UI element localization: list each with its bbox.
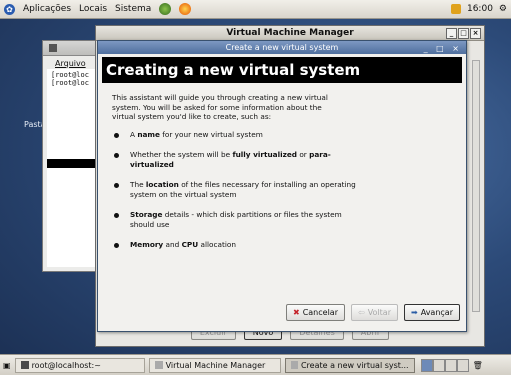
menu-applications[interactable]: Aplicações: [23, 4, 71, 14]
vmm-scrollbar[interactable]: [472, 60, 480, 312]
gnome-foot-icon[interactable]: ✿: [4, 3, 15, 15]
list-item: Memory and CPU allocation: [114, 240, 360, 250]
vmm-titlebar[interactable]: Virtual Machine Manager _ □ ×: [96, 26, 484, 41]
task-wizard[interactable]: Create a new virtual syst...: [284, 357, 415, 373]
close-icon: ✖: [292, 308, 300, 317]
wizard-intro: This assistant will guide you through cr…: [112, 93, 328, 121]
list-item: The location of the files necessary for …: [114, 180, 360, 199]
arrow-right-icon: ➡: [410, 308, 418, 317]
list-item: Storage details - which disk partitions …: [114, 210, 360, 229]
gear-icon[interactable]: ⚙: [499, 4, 507, 14]
task-terminal[interactable]: root@localhost:~: [14, 357, 145, 373]
clock[interactable]: 16:00: [467, 4, 493, 14]
forward-button[interactable]: ➡ Avançar: [403, 304, 460, 321]
wizard-points: A name for your new virtual system Wheth…: [98, 130, 466, 250]
cancel-button[interactable]: ✖ Cancelar: [285, 304, 345, 321]
task-vmm[interactable]: Virtual Machine Manager: [148, 357, 281, 373]
wizard-icon: [290, 361, 298, 369]
workspace-2[interactable]: [432, 358, 445, 372]
terminal-icon: [20, 361, 29, 369]
vmm-icon: [154, 361, 163, 369]
workspace-4[interactable]: [456, 358, 469, 372]
menu-system[interactable]: Sistema: [115, 4, 151, 14]
web-browser-launcher-icon[interactable]: [179, 3, 192, 15]
top-panel: ✿ Aplicações Locais Sistema 16:00 ⚙: [0, 0, 511, 19]
list-item: Whether the system will be fully virtual…: [114, 150, 360, 169]
terminal-icon: [49, 44, 57, 52]
create-vm-wizard: Create a new virtual system _ □ × Creati…: [97, 40, 467, 332]
minimize-button[interactable]: _: [446, 28, 457, 39]
update-notifier-icon[interactable]: [450, 4, 461, 14]
close-button[interactable]: ×: [470, 28, 481, 39]
vmm-title: Virtual Machine Manager: [226, 28, 354, 38]
maximize-button[interactable]: □: [458, 28, 469, 39]
workspace-switcher[interactable]: [420, 358, 469, 372]
wizard-heading: Creating a new virtual system: [102, 57, 462, 83]
wizard-titlebar[interactable]: Create a new virtual system _ □ ×: [98, 41, 466, 54]
wizard-title: Create a new virtual system: [225, 43, 339, 52]
arrow-left-icon: ⇦: [357, 308, 365, 317]
back-button[interactable]: ⇦ Voltar: [350, 304, 398, 321]
network-launcher-icon[interactable]: [159, 3, 172, 15]
wizard-window-controls[interactable]: _ □ ×: [424, 42, 462, 55]
menu-places[interactable]: Locais: [79, 4, 107, 14]
taskbar: ▣ root@localhost:~ Virtual Machine Manag…: [0, 354, 511, 375]
show-desktop-icon[interactable]: ▣: [3, 361, 11, 370]
list-item: A name for your new virtual system: [114, 130, 360, 140]
workspace-3[interactable]: [444, 358, 457, 372]
trash-icon[interactable]: 🗑: [473, 361, 483, 370]
workspace-1[interactable]: [420, 358, 433, 372]
